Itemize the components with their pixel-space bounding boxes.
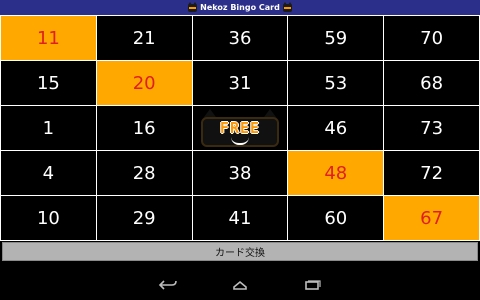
- bingo-number: 28: [132, 162, 156, 184]
- bingo-number: 10: [36, 207, 60, 229]
- bingo-cell[interactable]: 1: [1, 106, 96, 150]
- bingo-card: 11 21 36 59 70 15 20 31 53 68 1 16 FREE 46 73 4 28 38 48 72…: [0, 15, 480, 241]
- bingo-number: 36: [228, 27, 252, 49]
- bingo-number: 46: [324, 117, 348, 139]
- bingo-number: 41: [228, 207, 252, 229]
- cat-logo-icon: [188, 1, 198, 12]
- title-bar: Nekoz Bingo Card: [0, 0, 480, 15]
- bingo-cell[interactable]: 16: [96, 106, 192, 150]
- bingo-cell[interactable]: 53: [288, 61, 384, 105]
- bingo-cell[interactable]: 68: [384, 61, 479, 105]
- recent-apps-button[interactable]: [299, 275, 325, 295]
- bingo-cell-free[interactable]: FREE: [192, 106, 288, 150]
- bingo-cell-marked[interactable]: 48: [288, 151, 384, 195]
- bingo-number: 31: [228, 72, 252, 94]
- bingo-cell[interactable]: 46: [288, 106, 384, 150]
- bingo-cell[interactable]: 60: [288, 196, 384, 240]
- bingo-number: 59: [324, 27, 348, 49]
- bingo-cell[interactable]: 73: [384, 106, 479, 150]
- bingo-number: 72: [420, 162, 444, 184]
- bingo-cell[interactable]: 21: [96, 16, 192, 60]
- change-card-button[interactable]: カード交換: [2, 242, 478, 261]
- bingo-number: 48: [324, 162, 348, 184]
- back-icon: [158, 280, 177, 290]
- free-label: FREE: [219, 119, 261, 137]
- bingo-cell[interactable]: 31: [192, 61, 288, 105]
- bingo-cell-marked[interactable]: 20: [96, 61, 192, 105]
- bingo-number: 73: [420, 117, 444, 139]
- bingo-cell[interactable]: 4: [1, 151, 96, 195]
- app-title: Nekoz Bingo Card: [200, 3, 280, 12]
- bingo-number: 53: [324, 72, 348, 94]
- bingo-number: 1: [42, 117, 55, 139]
- bingo-cell[interactable]: 15: [1, 61, 96, 105]
- cat-logo-icon: [282, 1, 292, 12]
- home-icon: [233, 280, 247, 290]
- bingo-cell[interactable]: 29: [96, 196, 192, 240]
- bingo-cell[interactable]: 38: [192, 151, 288, 195]
- system-nav-bar: [0, 270, 480, 300]
- bingo-number: 20: [132, 72, 156, 94]
- bingo-cell[interactable]: 10: [1, 196, 96, 240]
- recent-apps-icon: [305, 280, 321, 290]
- bingo-number: 38: [228, 162, 252, 184]
- bingo-number: 15: [36, 72, 60, 94]
- bingo-cell-marked[interactable]: 11: [1, 16, 96, 60]
- bingo-number: 11: [36, 27, 60, 49]
- bingo-cell[interactable]: 70: [384, 16, 479, 60]
- bingo-number: 67: [420, 207, 444, 229]
- bingo-number: 68: [420, 72, 444, 94]
- free-cat-icon: FREE: [197, 109, 283, 147]
- bingo-number: 60: [324, 207, 348, 229]
- bingo-cell-marked[interactable]: 67: [384, 196, 479, 240]
- bingo-number: 16: [132, 117, 156, 139]
- bingo-cell[interactable]: 59: [288, 16, 384, 60]
- change-card-label: カード交換: [215, 248, 265, 259]
- bingo-number: 21: [132, 27, 156, 49]
- bingo-cell[interactable]: 36: [192, 16, 288, 60]
- bingo-number: 29: [132, 207, 156, 229]
- back-button[interactable]: [155, 275, 181, 295]
- bingo-number: 4: [42, 162, 55, 184]
- bingo-cell[interactable]: 28: [96, 151, 192, 195]
- bingo-cell[interactable]: 41: [192, 196, 288, 240]
- home-button[interactable]: [227, 275, 253, 295]
- bingo-number: 70: [420, 27, 444, 49]
- bingo-cell[interactable]: 72: [384, 151, 479, 195]
